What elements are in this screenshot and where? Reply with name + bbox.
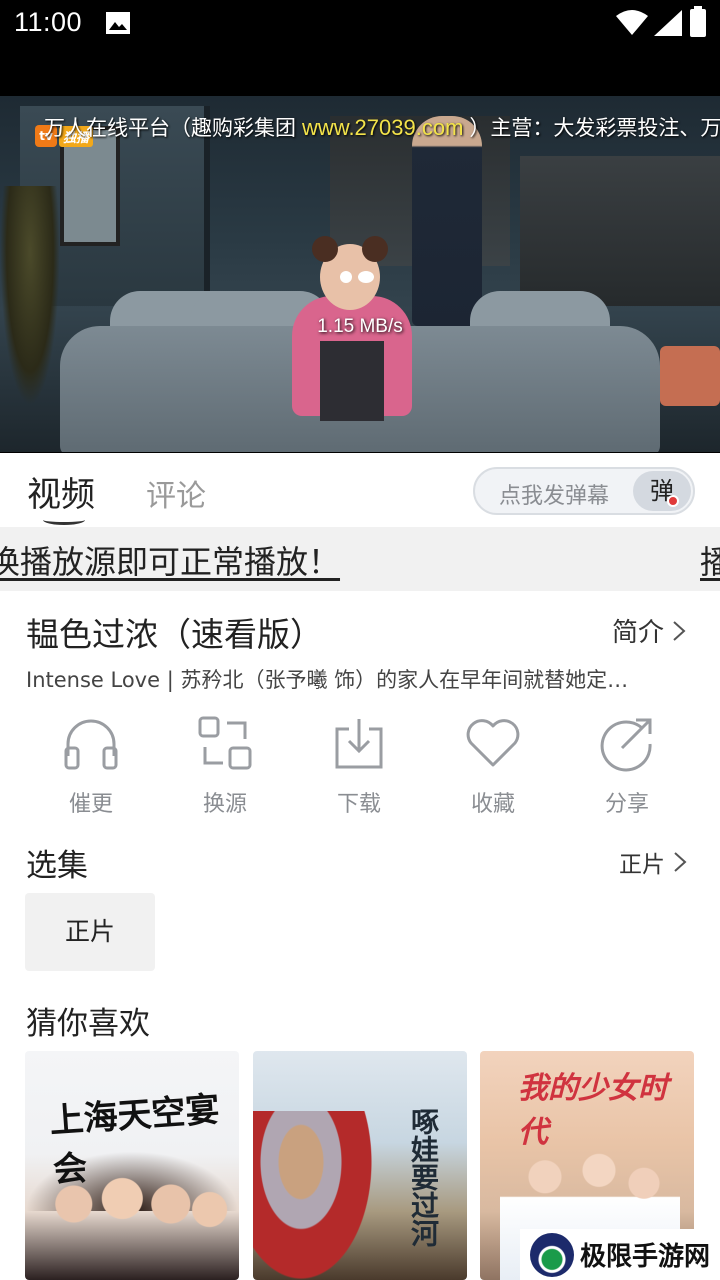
recommend-poster[interactable]: 啄娃要过河 [253,1051,467,1280]
switch-source-icon [198,716,252,770]
download-icon [335,719,383,769]
share-button[interactable]: 分享 [560,712,694,818]
notice-banner: 换播放源即可正常播放！ 播 [0,527,720,591]
tab-comment[interactable]: 评论 [146,471,206,515]
switch-source-button[interactable]: 换源 [158,712,292,818]
chevron-right-icon [674,852,687,872]
poster-title-art: 啄娃要过河 [407,1107,440,1247]
tab-video[interactable]: 视频 [27,467,95,525]
show-description: Intense Love | 苏矜北（张予曦 饰）的家人在早年间就替她定… [26,668,629,692]
tab-indicator [43,515,85,525]
recommend-heading: 猜你喜欢 [26,1006,150,1042]
site-logo-icon [530,1232,574,1277]
danmu-toggle-button[interactable]: 弹 [633,471,691,511]
signal-icon [654,10,682,36]
download-button[interactable]: 下载 [292,712,426,818]
danmu-placeholder: 点我发弹幕 [499,484,610,509]
status-time: 11:00 [14,7,83,37]
urge-update-button[interactable]: 催更 [24,712,158,818]
poster-title-art: 我的少女时代 [518,1071,668,1150]
danmu-input[interactable]: 点我发弹幕 弹 [473,467,695,515]
chevron-right-icon [673,620,686,641]
show-title: 韫色过浓（速看版） [26,615,323,654]
favorite-button[interactable]: 收藏 [426,712,560,818]
heart-icon [466,719,520,767]
notice-text: 换播放源即可正常播放！ [0,543,341,581]
site-watermark: 极限手游网 [520,1229,720,1280]
wifi-icon [616,10,648,35]
recommend-poster[interactable]: 上海天空宴会 [25,1051,239,1280]
loading-indicator [340,271,374,283]
share-icon [600,718,652,772]
notice-text-repeat: 播 [700,543,720,581]
network-speed: 1.15 MB/s [317,316,403,337]
status-bar: 11:00 [0,0,720,48]
intro-link[interactable]: 简介 [612,612,686,649]
image-notification-icon [106,12,130,34]
episodes-more-link[interactable]: 正片 [619,845,687,879]
detail-tabs: 视频 评论 点我发弹幕 弹 [0,453,720,527]
ad-marquee: 万人在线平台（趣购彩集团 www.27039.com ）主营：大发彩票投注、万 [44,115,720,140]
danmu-status-dot [667,495,679,507]
headphones-icon [64,719,118,770]
poster-title-art: 上海天空宴会 [48,1089,221,1191]
episode-item[interactable]: 正片 [25,893,155,971]
video-player[interactable]: tv 独播 万人在线平台（趣购彩集团 www.27039.com ）主营：大发彩票投… [0,48,720,453]
action-bar: 催更 换源 下载 收藏 分享 [0,712,720,822]
battery-icon [690,6,706,37]
episodes-heading: 选集 [26,848,88,884]
